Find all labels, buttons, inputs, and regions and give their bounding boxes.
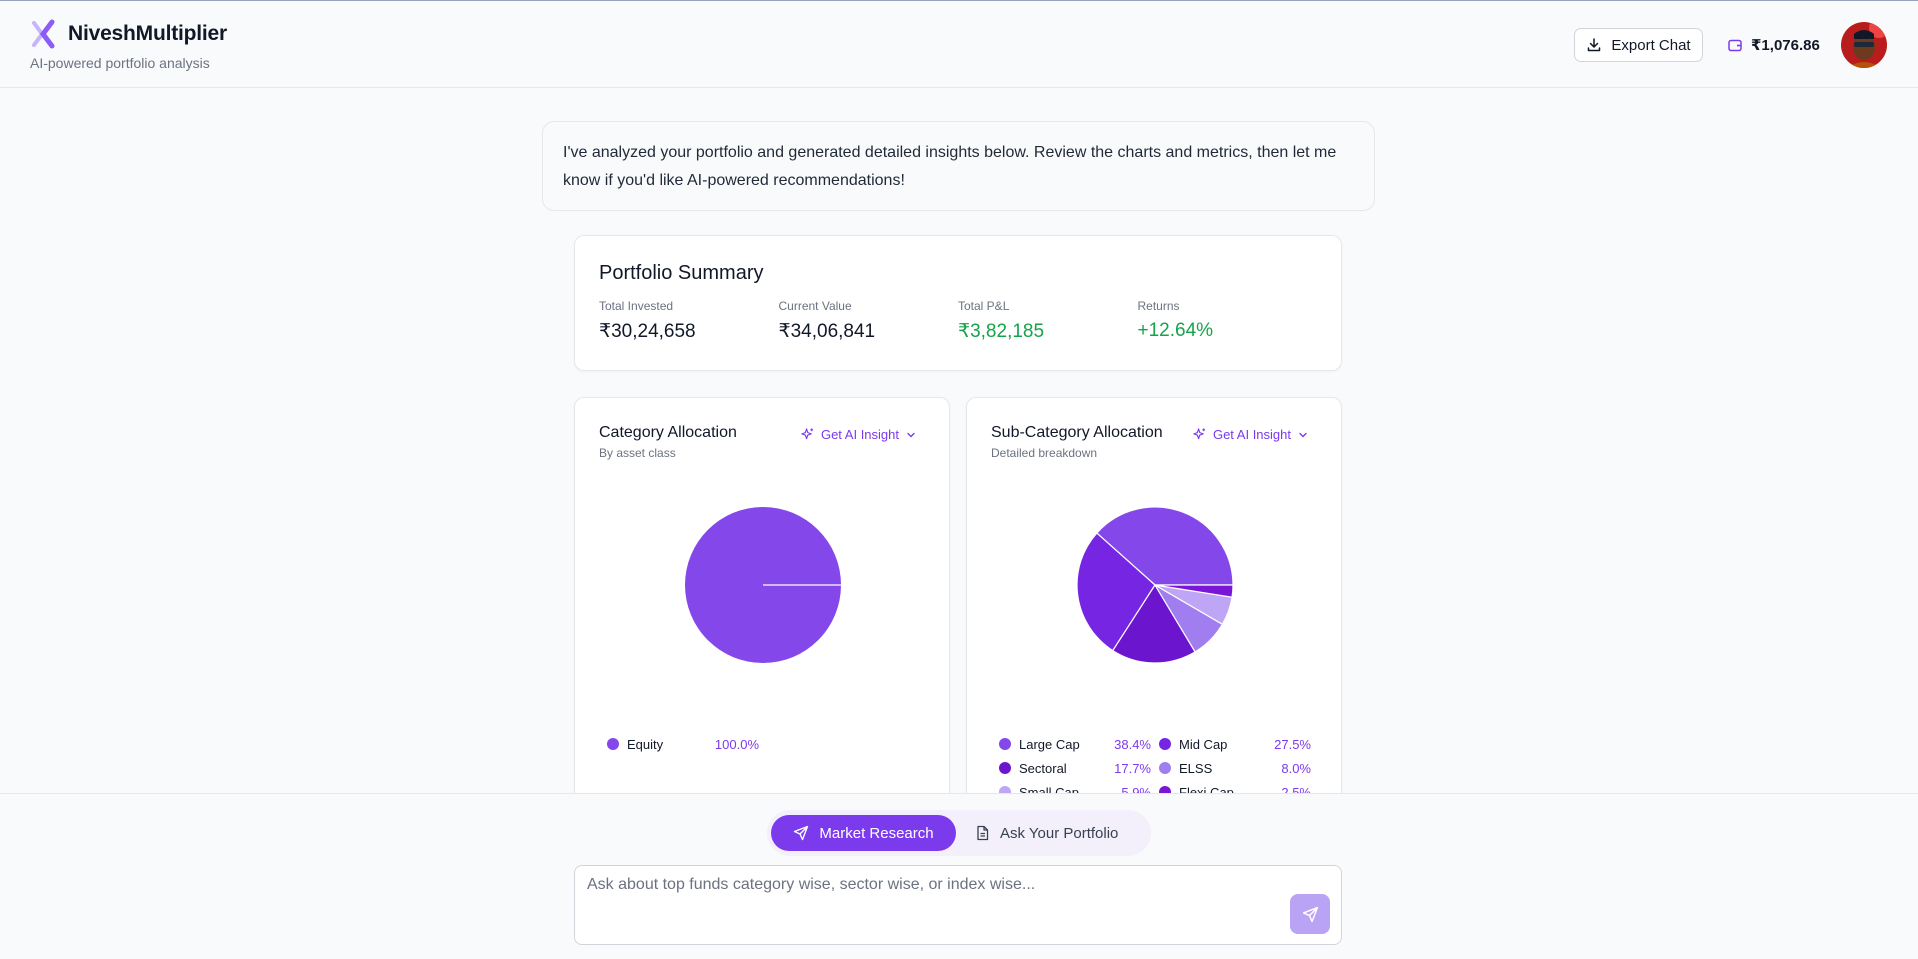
insight-label: Get AI Insight <box>820 427 899 442</box>
legend-row: Equity 100.0% <box>607 732 759 756</box>
legend-item: Equity 100.0% <box>607 732 759 756</box>
legend-swatch <box>1159 762 1171 774</box>
metric-label: Returns <box>1137 299 1180 313</box>
legend-row: Large Cap 38.4% Mid Cap 27.5% <box>999 732 1319 756</box>
logo-icon <box>32 19 55 49</box>
send-button[interactable] <box>1290 894 1330 934</box>
legend-item: Flexi Cap 2.5% <box>1159 780 1319 793</box>
legend-row: Sectoral 17.7% ELSS 8.0% <box>999 756 1319 780</box>
tab-label: Ask Your Portfolio <box>1000 824 1119 842</box>
legend-item: Sectoral 17.7% <box>999 756 1159 780</box>
metric-value: ₹30,24,658 <box>599 321 696 342</box>
chevron-down-icon <box>1299 432 1307 437</box>
metric-value: ₹3,82,185 <box>958 321 1045 342</box>
category-pie-chart[interactable] <box>575 500 951 670</box>
tab-market-research[interactable]: Market Research <box>771 815 956 851</box>
category-allocation-card: Category Allocation By asset class Get A… <box>574 397 950 793</box>
chart-subtitle: By asset class <box>599 446 676 460</box>
legend-label: Equity <box>627 736 664 752</box>
legend-percent: 27.5% <box>1274 736 1311 752</box>
chat-input-box <box>574 865 1342 945</box>
legend-label: Flexi Cap <box>1179 784 1234 794</box>
wallet-icon <box>1728 39 1742 52</box>
metric-value: +12.64% <box>1137 320 1214 341</box>
get-ai-insight-button[interactable]: Get AI Insight <box>1192 427 1309 442</box>
sparkle-icon <box>801 428 814 440</box>
wallet-amount: ₹1,076.86 <box>1751 37 1820 54</box>
metric-label: Total P&L <box>958 299 1010 313</box>
sparkle-icon <box>1193 428 1206 440</box>
legend-label: Small Cap <box>1019 784 1079 794</box>
chat-input[interactable] <box>587 876 1277 932</box>
legend-swatch <box>1159 738 1171 750</box>
metric-current-value: Current Value ₹34,06,841 <box>779 299 959 343</box>
avatar-image <box>1841 22 1887 68</box>
tab-label: Market Research <box>819 824 934 842</box>
assistant-message: I've analyzed your portfolio and generat… <box>542 121 1375 211</box>
legend-percent: 17.7% <box>1114 760 1151 776</box>
chat-scroll-area[interactable]: I've analyzed your portfolio and generat… <box>0 89 1918 793</box>
send-icon <box>1302 906 1318 922</box>
subcategory-legend: Large Cap 38.4% Mid Cap 27.5% Sectoral 17.7% E… <box>999 732 1319 793</box>
metric-label: Current Value <box>778 299 852 313</box>
legend-percent: 8.0% <box>1281 760 1311 776</box>
brand-tagline: AI-powered portfolio analysis <box>30 55 210 71</box>
chevron-down-icon <box>907 432 915 437</box>
brand: NiveshMultiplier AI-powered portfolio an… <box>30 19 227 71</box>
legend-swatch <box>607 738 619 750</box>
export-chat-label: Export Chat <box>1611 36 1691 54</box>
category-legend: Equity 100.0% <box>607 732 759 756</box>
legend-swatch <box>999 786 1011 793</box>
legend-swatch <box>999 762 1011 774</box>
legend-item: ELSS 8.0% <box>1159 756 1319 780</box>
legend-label: ELSS <box>1179 760 1213 776</box>
summary-metrics: Total Invested ₹30,24,658 Current Value … <box>599 299 1317 343</box>
avatar[interactable] <box>1841 22 1887 68</box>
summary-title: Portfolio Summary <box>599 262 764 284</box>
legend-label: Mid Cap <box>1179 736 1228 752</box>
wallet-balance[interactable]: ₹1,076.86 <box>1727 33 1820 57</box>
brand-name: NiveshMultiplier <box>68 22 227 45</box>
legend-label: Sectoral <box>1019 760 1067 776</box>
composer-area: Market Research Ask Your Portfolio <box>0 793 1918 959</box>
metric-label: Total Invested <box>599 299 674 313</box>
mode-toggle: Market Research Ask Your Portfolio <box>767 810 1151 856</box>
metric-total-pnl: Total P&L ₹3,82,185 <box>958 299 1138 343</box>
legend-percent: 5.9% <box>1121 784 1151 794</box>
legend-item: Large Cap 38.4% <box>999 732 1159 756</box>
metric-value: ₹34,06,841 <box>778 321 876 342</box>
legend-swatch <box>999 738 1011 750</box>
legend-item: Small Cap 5.9% <box>999 780 1159 793</box>
download-icon <box>1588 38 1601 52</box>
metric-total-invested: Total Invested ₹30,24,658 <box>599 299 779 343</box>
legend-percent: 100.0% <box>714 736 759 752</box>
legend-item: Mid Cap 27.5% <box>1159 732 1319 756</box>
chart-subtitle: Detailed breakdown <box>991 446 1098 460</box>
tab-ask-your-portfolio[interactable]: Ask Your Portfolio <box>975 815 1135 851</box>
legend-percent: 38.4% <box>1114 736 1151 752</box>
get-ai-insight-button[interactable]: Get AI Insight <box>800 427 917 442</box>
document-icon <box>977 825 989 841</box>
legend-label: Large Cap <box>1019 736 1080 752</box>
legend-swatch <box>1159 786 1171 793</box>
portfolio-summary-card: Portfolio Summary Total Invested ₹30,24,… <box>574 235 1342 371</box>
export-chat-button[interactable]: Export Chat <box>1574 28 1703 62</box>
legend-row: Small Cap 5.9% Flexi Cap 2.5% <box>999 780 1319 793</box>
legend-percent: 2.5% <box>1281 784 1311 794</box>
insight-label: Get AI Insight <box>1212 427 1291 442</box>
metric-returns: Returns +12.64% <box>1138 299 1318 343</box>
subcategory-allocation-card: Sub-Category Allocation Detailed breakdo… <box>966 397 1342 793</box>
subcategory-pie-chart[interactable] <box>967 500 1343 670</box>
app-header: NiveshMultiplier AI-powered portfolio an… <box>0 1 1918 88</box>
send-icon <box>794 825 809 841</box>
